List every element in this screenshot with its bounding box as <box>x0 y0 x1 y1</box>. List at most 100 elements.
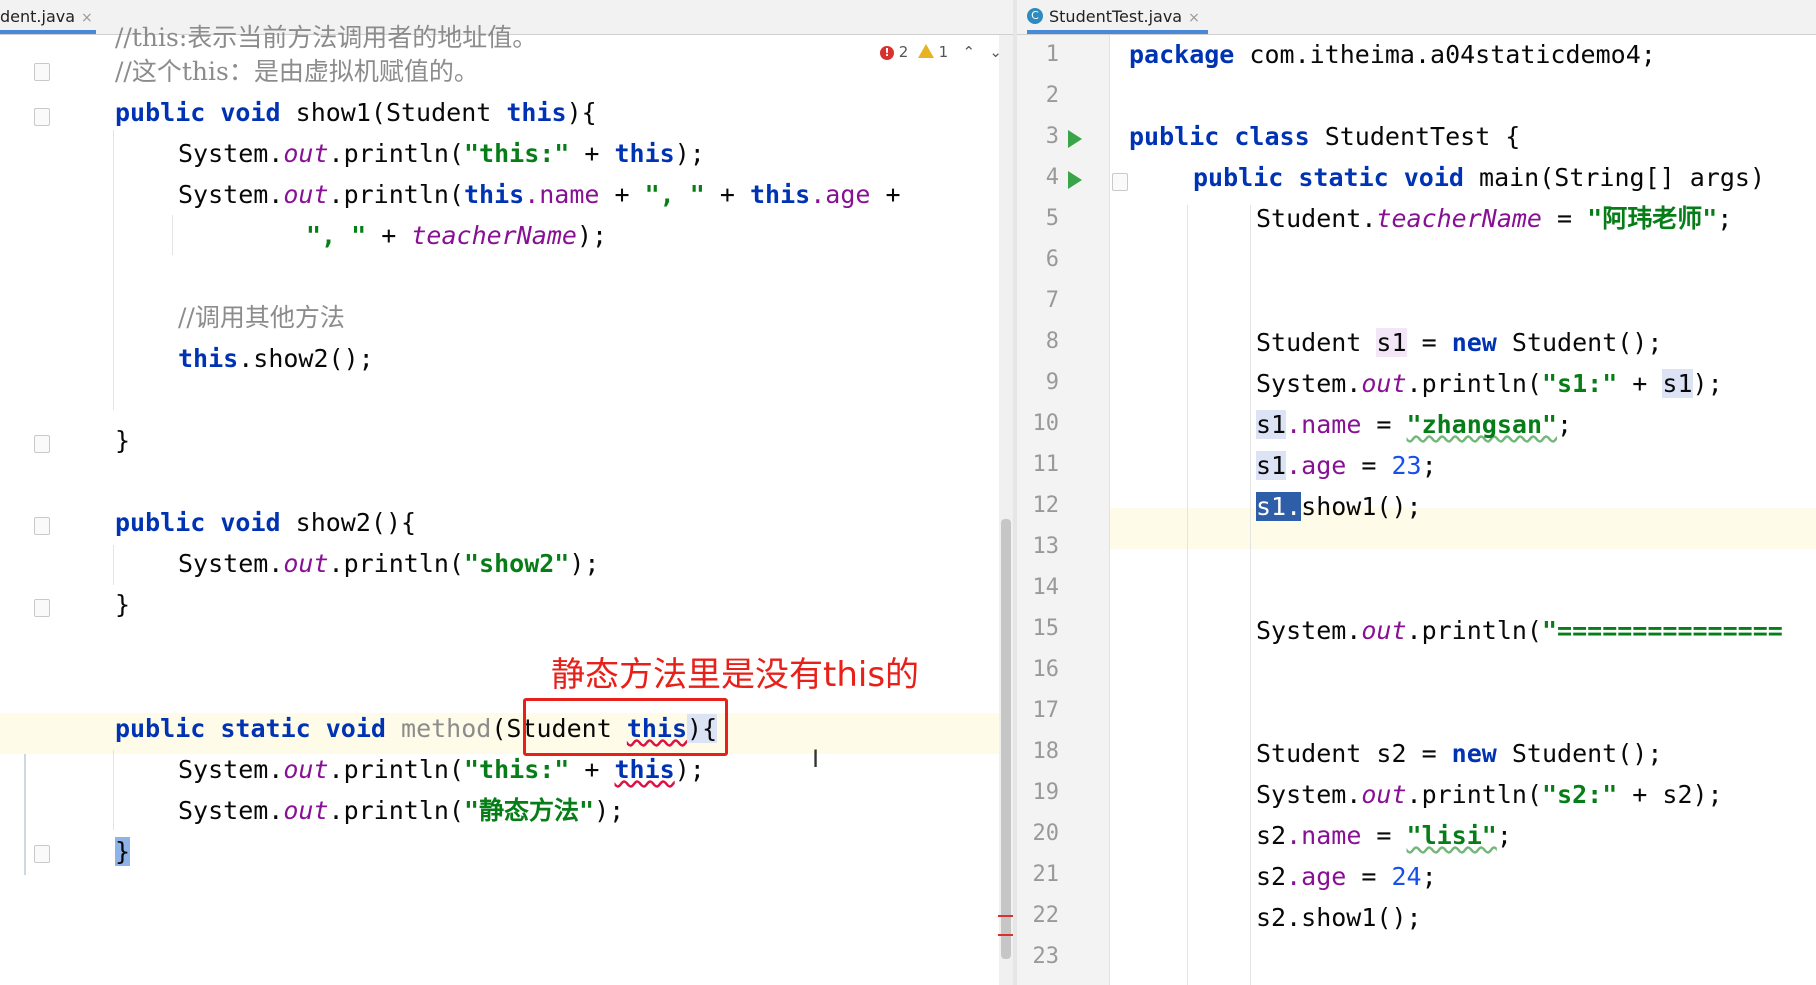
keyword: this <box>506 98 567 127</box>
code-text: .println( <box>1406 369 1542 398</box>
code-text: .println( <box>328 796 464 825</box>
code-text: ); <box>674 755 705 784</box>
keyword: this <box>614 139 675 168</box>
code-line: //这个this：是由虚拟机赋值的。 <box>115 51 1013 92</box>
code-text: + s2); <box>1617 780 1723 809</box>
code-text: com.itheima.a04staticdemo4; <box>1234 40 1656 69</box>
code-line: } <box>115 584 1013 625</box>
warning-count: 1 <box>938 43 949 61</box>
tab-studenttest-java[interactable]: C StudentTest.java × <box>1027 0 1208 34</box>
string-literal: ", " <box>306 221 367 250</box>
code-text: System. <box>178 796 284 825</box>
code-text: main(String[] args) <box>1463 163 1765 192</box>
code-text: ); <box>594 796 625 825</box>
inspection-widget[interactable]: ! 2 1 ⌃ ⌄ <box>880 43 1002 61</box>
code-line: s2.age = 24; <box>1256 856 1816 897</box>
keyword: this <box>614 755 675 784</box>
static-field: out <box>283 796 329 825</box>
scrollbar-thumb[interactable] <box>1001 519 1011 959</box>
keyword: public <box>1193 163 1284 192</box>
static-field: out <box>283 755 329 784</box>
code-text: = <box>1346 451 1392 480</box>
string-literal: "静态方法" <box>463 796 595 825</box>
code-line: public class StudentTest { <box>1129 116 1816 157</box>
code-text: ); <box>674 139 705 168</box>
code-text: Student(); <box>1496 739 1663 768</box>
left-code-lines: //this:表示当前方法调用者的地址值。 //这个this：是由虚拟机赋值的。… <box>0 23 1013 985</box>
code-line: System.out.println("this:" + this); <box>178 133 1013 174</box>
error-stripe-marker[interactable] <box>998 934 1013 936</box>
tab-student-java[interactable]: dent.java × <box>0 0 96 34</box>
code-line: Student.teacherName = "阿玮老师"; <box>1256 198 1816 239</box>
string-literal: "show2" <box>463 549 570 578</box>
static-field: out <box>283 180 329 209</box>
code-text: ( <box>491 714 507 743</box>
chevron-up-icon[interactable]: ⌃ <box>963 43 976 61</box>
keyword: class <box>1234 122 1310 151</box>
variable: s1 <box>1256 410 1287 439</box>
variable: s1 <box>1376 328 1407 357</box>
string-literal: "s1:" <box>1541 369 1618 398</box>
code-line: public static void main(String[] args) <box>1193 157 1816 198</box>
code-text: s2 <box>1256 862 1287 891</box>
error-icon: ! <box>880 45 894 60</box>
code-line: s1.name = "zhangsan"; <box>1256 404 1816 445</box>
code-line: } <box>115 831 1013 872</box>
field: .age <box>1286 862 1347 891</box>
code-text: System. <box>178 549 284 578</box>
keyword: new <box>1451 328 1497 357</box>
code-text: ; <box>1557 410 1573 439</box>
error-stripe-marker[interactable] <box>998 915 1013 917</box>
keyword: static <box>220 714 311 743</box>
right-code-editor[interactable]: 1 2 3 4 5 6 7 8 9 10 11 12 13 14 15 16 17 18 19 20 21 22 23 pa… <box>1017 35 1816 985</box>
code-line: s1.age = 23; <box>1256 445 1816 486</box>
highlight-box <box>523 698 728 756</box>
code-line: System.out.println("s1:" + s1); <box>1256 363 1816 404</box>
left-code-editor[interactable]: //this:表示当前方法调用者的地址值。 //这个this：是由虚拟机赋值的。… <box>0 23 1013 985</box>
code-line: System.out.println("show2"); <box>178 543 1013 584</box>
code-text: System. <box>1256 780 1362 809</box>
comment: //这个this：是由虚拟机赋值的。 <box>115 57 479 86</box>
left-scrollbar[interactable] <box>999 35 1013 985</box>
close-icon[interactable]: × <box>1188 10 1200 26</box>
code-line: s2.show1(); <box>1256 897 1816 938</box>
warning-icon <box>917 43 934 58</box>
keyword: void <box>1403 163 1464 192</box>
static-field: out <box>1361 780 1407 809</box>
left-editor-pane: dent.java × //this:表示当前方法调用者的地址值。 //这个thi… <box>0 0 1013 985</box>
code-line: package com.itheima.a04staticdemo4; <box>1129 34 1816 75</box>
method-name: method <box>385 714 492 743</box>
keyword: public <box>115 714 206 743</box>
keyword: package <box>1129 40 1235 69</box>
code-text: ); <box>576 221 608 250</box>
code-text: ; <box>1421 451 1437 480</box>
code-text: } <box>115 426 131 455</box>
code-text: .println( <box>328 139 464 168</box>
code-text: StudentTest { <box>1309 122 1521 151</box>
keyword: this <box>750 180 811 209</box>
keyword: public <box>115 98 206 127</box>
code-line: } <box>115 420 1013 461</box>
code-text: show1(); <box>1301 492 1422 521</box>
code-line: Student s1 = new Student(); <box>1256 322 1816 363</box>
string-literal: "s2:" <box>1541 780 1618 809</box>
field: .name <box>1286 821 1362 850</box>
code-text: show2(){ <box>280 508 417 537</box>
code-text: .println( <box>328 755 464 784</box>
code-line: Student s2 = new Student(); <box>1256 733 1816 774</box>
code-text: + <box>569 139 615 168</box>
keyword: this <box>463 180 525 209</box>
code-text: .println( <box>328 549 464 578</box>
code-line: //调用其他方法 <box>178 297 1013 338</box>
tab-label: StudentTest.java <box>1049 7 1183 26</box>
close-icon[interactable]: × <box>81 10 93 26</box>
keyword: void <box>220 508 281 537</box>
static-field: out <box>283 139 329 168</box>
code-text: System. <box>1256 369 1362 398</box>
keyword: new <box>1451 739 1497 768</box>
static-field: teacherName <box>1376 204 1542 233</box>
code-line: System.out.println(this.name + ", " + th… <box>178 174 1013 215</box>
string-literal: "lisi" <box>1406 821 1497 850</box>
code-text: .println( <box>328 180 464 209</box>
selected-text: s1. <box>1256 492 1302 521</box>
